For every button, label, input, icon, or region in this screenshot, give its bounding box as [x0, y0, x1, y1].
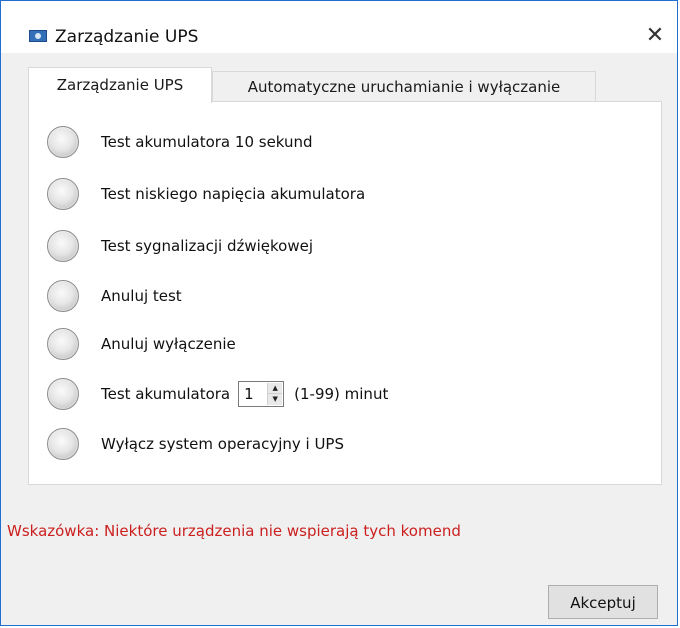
- radio-button[interactable]: [47, 428, 79, 460]
- ups-management-dialog: Zarządzanie UPS ✕ Zarządzanie UPS Automa…: [0, 0, 678, 626]
- radio-button[interactable]: [47, 328, 79, 360]
- hint-text: Wskazówka: Niektóre urządzenia nie wspie…: [7, 522, 461, 540]
- radio-button[interactable]: [47, 280, 79, 312]
- spinner-up-icon[interactable]: ▲: [268, 383, 283, 394]
- minutes-value[interactable]: 1: [244, 385, 254, 403]
- option-buzzer-test[interactable]: Test sygnalizacji dźwiękowej: [47, 228, 313, 264]
- option-shutdown-os-and-ups[interactable]: Wyłącz system operacyjny i UPS: [47, 426, 344, 462]
- option-low-battery-test[interactable]: Test niskiego napięcia akumulatora: [47, 176, 365, 212]
- ups-window-icon: [29, 30, 47, 42]
- tab-auto-start-shutdown[interactable]: Automatyczne uruchamianie i wyłączanie: [212, 71, 596, 101]
- radio-button[interactable]: [47, 230, 79, 262]
- option-label: Test akumulatora 10 sekund: [101, 133, 313, 151]
- minutes-range-label: (1-99) minut: [294, 385, 389, 403]
- minutes-stepper[interactable]: 1 ▲ ▼: [238, 381, 285, 407]
- option-label: Test niskiego napięcia akumulatora: [101, 185, 366, 203]
- tab-ups-management[interactable]: Zarządzanie UPS: [28, 67, 212, 103]
- close-icon[interactable]: ✕: [633, 19, 677, 53]
- option-label: Test sygnalizacji dźwiękowej: [101, 237, 314, 255]
- radio-button[interactable]: [47, 126, 79, 158]
- option-label: Anuluj wyłączenie: [101, 335, 236, 353]
- option-label: Test akumulatora: [101, 385, 231, 403]
- option-battery-test-minutes[interactable]: Test akumulatora 1 ▲ ▼ (1-99) minut: [47, 376, 388, 412]
- accept-button[interactable]: Akceptuj: [548, 585, 658, 619]
- option-label: Wyłącz system operacyjny i UPS: [101, 435, 344, 453]
- radio-button[interactable]: [47, 178, 79, 210]
- option-battery-test-10s[interactable]: Test akumulatora 10 sekund: [47, 124, 313, 160]
- spinner-down-icon[interactable]: ▼: [268, 394, 283, 405]
- radio-button[interactable]: [47, 378, 79, 410]
- option-cancel-shutdown[interactable]: Anuluj wyłączenie: [47, 326, 236, 362]
- stepper-buttons: ▲ ▼: [267, 383, 283, 405]
- window-title: Zarządzanie UPS: [55, 27, 199, 47]
- option-cancel-test[interactable]: Anuluj test: [47, 278, 182, 314]
- tab-panel: Test akumulatora 10 sekund Test niskiego…: [28, 101, 662, 485]
- title-bar: Zarządzanie UPS ✕: [1, 1, 677, 53]
- option-label: Anuluj test: [101, 287, 182, 305]
